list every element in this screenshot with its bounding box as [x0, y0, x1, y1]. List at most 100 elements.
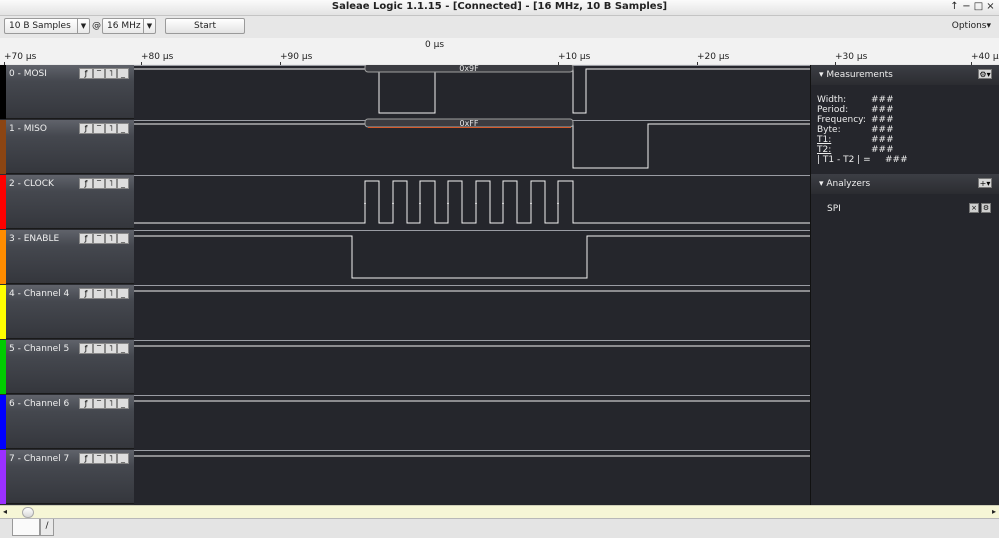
scroll-thumb[interactable] — [22, 507, 34, 518]
falling-edge-trigger-icon[interactable]: ˥ — [105, 288, 117, 299]
rising-edge-trigger-icon[interactable]: ƒ — [79, 123, 93, 134]
waveform-canvas: 0x9F 0xFF — [134, 63, 810, 457]
high-level-trigger-icon[interactable]: ‾ — [93, 123, 105, 134]
waveform-area[interactable]: 0x9F 0xFF — [134, 63, 810, 505]
channel-color — [0, 340, 6, 394]
session-tabs: / — [0, 518, 999, 538]
high-level-trigger-icon[interactable]: ‾ — [93, 343, 105, 354]
falling-edge-trigger-icon[interactable]: ˥ — [105, 68, 117, 79]
gear-icon[interactable]: ⚙ — [981, 203, 991, 213]
measurements-title: Measurements — [826, 70, 893, 80]
falling-edge-trigger-icon[interactable]: ˥ — [105, 398, 117, 409]
low-level-trigger-icon[interactable]: _ — [117, 68, 129, 79]
falling-edge-trigger-icon[interactable]: ˥ — [105, 233, 117, 244]
high-level-trigger-icon[interactable]: ‾ — [93, 68, 105, 79]
channel-color — [0, 65, 6, 119]
new-tab-button[interactable]: / — [40, 519, 54, 536]
zero-time-label: 0 µs — [425, 40, 445, 50]
measurements-header[interactable]: ▾ Measurements ⚙▾ — [811, 65, 999, 85]
miso-decode-value: 0xFF — [459, 119, 478, 128]
channel-5-header[interactable]: 5 - Channel 5 ƒ ‾ ˥ _ — [0, 340, 134, 394]
close-button[interactable]: × — [985, 1, 996, 13]
channel-4-header[interactable]: 4 - Channel 4 ƒ ‾ ˥ _ — [0, 285, 134, 339]
sample-rate-select[interactable]: 16 MHz ▼ — [102, 18, 156, 34]
channel-label: 0 - MOSI — [9, 69, 47, 79]
high-level-trigger-icon[interactable]: ‾ — [93, 233, 105, 244]
chevron-down-icon: ▼ — [143, 19, 155, 33]
channel-label: 5 - Channel 5 — [9, 344, 70, 354]
low-level-trigger-icon[interactable]: _ — [117, 123, 129, 134]
high-level-trigger-icon[interactable]: ‾ — [93, 178, 105, 189]
falling-edge-trigger-icon[interactable]: ˥ — [105, 343, 117, 354]
measurement-row: Period: ### — [817, 105, 894, 115]
channel-label: 2 - CLOCK — [9, 179, 54, 189]
channel-label: 4 - Channel 4 — [9, 289, 70, 299]
ruler-tick: +40 µs — [971, 52, 999, 66]
rising-edge-trigger-icon[interactable]: ƒ — [79, 343, 93, 354]
channel-0-header[interactable]: 0 - MOSI ƒ ‾ ˥ _ — [0, 65, 134, 119]
maximize-button[interactable]: □ — [973, 1, 984, 13]
falling-edge-trigger-icon[interactable]: ˥ — [105, 123, 117, 134]
start-button[interactable]: Start — [165, 18, 245, 34]
toolbar: 10 B Samples ▼ @ 16 MHz ▼ Start Options▾ — [0, 16, 999, 38]
shade-window-button[interactable]: ↑ — [949, 1, 960, 13]
rising-edge-trigger-icon[interactable]: ƒ — [79, 233, 93, 244]
scroll-left-icon[interactable]: ◂ — [3, 507, 7, 516]
horizontal-scrollbar[interactable]: ◂ ▸ — [0, 505, 999, 519]
low-level-trigger-icon[interactable]: _ — [117, 398, 129, 409]
ruler-tick: +70 µs — [4, 52, 36, 66]
falling-edge-trigger-icon[interactable]: ˥ — [105, 178, 117, 189]
measurement-row: T1: ### — [817, 135, 894, 145]
channel-color — [0, 285, 6, 339]
gear-icon[interactable]: ⚙▾ — [978, 69, 992, 79]
low-level-trigger-icon[interactable]: _ — [117, 178, 129, 189]
high-level-trigger-icon[interactable]: ‾ — [93, 453, 105, 464]
channel-color — [0, 175, 6, 229]
low-level-trigger-icon[interactable]: _ — [117, 453, 129, 464]
low-level-trigger-icon[interactable]: _ — [117, 288, 129, 299]
high-level-trigger-icon[interactable]: ‾ — [93, 288, 105, 299]
at-label: @ — [92, 21, 101, 31]
mosi-decode-value: 0x9F — [459, 65, 479, 73]
channel-label: 7 - Channel 7 — [9, 454, 70, 464]
remove-analyzer-icon[interactable]: × — [969, 203, 979, 213]
analyzers-title: Analyzers — [826, 179, 871, 189]
ruler-tick: +90 µs — [280, 52, 312, 66]
rising-edge-trigger-icon[interactable]: ƒ — [79, 398, 93, 409]
time-ruler: 0 µs +70 µs +80 µs +90 µs +10 µs +20 µs … — [0, 38, 999, 66]
rising-edge-trigger-icon[interactable]: ƒ — [79, 68, 93, 79]
minimize-button[interactable]: − — [961, 1, 972, 13]
rising-edge-trigger-icon[interactable]: ƒ — [79, 453, 93, 464]
options-menu[interactable]: Options▾ — [952, 21, 991, 31]
clock-trace — [134, 180, 810, 224]
measurement-row: Width: ### — [817, 95, 894, 105]
samples-select[interactable]: 10 B Samples ▼ — [4, 18, 90, 34]
scroll-right-icon[interactable]: ▸ — [992, 507, 996, 516]
add-analyzer-icon[interactable]: +▾ — [978, 178, 992, 188]
ruler-tick: +80 µs — [141, 52, 173, 66]
channel-6-header[interactable]: 6 - Channel 6 ƒ ‾ ˥ _ — [0, 395, 134, 449]
measurement-row: Byte: ### — [817, 125, 894, 135]
channel-label: 1 - MISO — [9, 124, 47, 134]
side-panel: ▾ Measurements ⚙▾ Width: ### Period: ### F… — [810, 65, 999, 505]
session-tab[interactable] — [12, 519, 40, 536]
measurement-row: Frequency: ### — [817, 115, 894, 125]
analyzers-header[interactable]: ▾ Analyzers +▾ — [811, 174, 999, 194]
channel-label: 3 - ENABLE — [9, 234, 60, 244]
analyzer-spi[interactable]: SPI — [827, 204, 841, 214]
ruler-tick: +10 µs — [558, 52, 590, 66]
channel-3-header[interactable]: 3 - ENABLE ƒ ‾ ˥ _ — [0, 230, 134, 284]
mosi-trace — [134, 68, 810, 114]
low-level-trigger-icon[interactable]: _ — [117, 233, 129, 244]
high-level-trigger-icon[interactable]: ‾ — [93, 398, 105, 409]
rising-edge-trigger-icon[interactable]: ƒ — [79, 178, 93, 189]
rising-edge-trigger-icon[interactable]: ƒ — [79, 288, 93, 299]
low-level-trigger-icon[interactable]: _ — [117, 343, 129, 354]
falling-edge-trigger-icon[interactable]: ˥ — [105, 453, 117, 464]
channel-7-header[interactable]: 7 - Channel 7 ƒ ‾ ˥ _ — [0, 450, 134, 504]
channel-1-header[interactable]: 1 - MISO ƒ ‾ ˥ _ — [0, 120, 134, 174]
measurement-row: | T1 - T2 | = ### — [817, 155, 908, 165]
chevron-down-icon: ▼ — [77, 19, 89, 33]
channel-2-header[interactable]: 2 - CLOCK ƒ ‾ ˥ _ — [0, 175, 134, 229]
sample-rate-value: 16 MHz — [107, 21, 141, 31]
